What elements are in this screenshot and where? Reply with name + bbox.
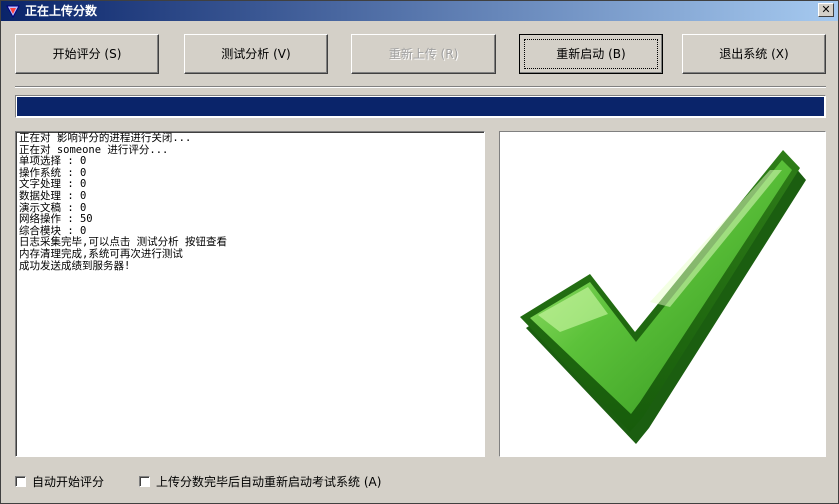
exit-system-button[interactable]: 退出系统 (X) — [682, 34, 826, 74]
auto-restart-checkbox[interactable] — [139, 475, 150, 487]
app-icon — [6, 5, 20, 19]
log-line: 正在对 影响评分的进程进行关闭... — [19, 132, 192, 144]
green-checkmark-icon — [520, 150, 806, 444]
log-line: 正在对 someone 进行评分... — [19, 143, 169, 156]
auto-restart-option[interactable]: 上传分数完毕后自动重新启动考试系统 (A) — [139, 474, 382, 489]
test-analysis-button[interactable]: 测试分析 (V) — [184, 34, 328, 74]
test-analysis-label: 测试分析 (V) — [221, 47, 291, 61]
log-line: 文字处理 : 0 — [19, 178, 87, 191]
start-scoring-label: 开始评分 (S) — [52, 47, 122, 61]
exit-system-label: 退出系统 (X) — [719, 47, 789, 61]
log-textbox[interactable]: 正在对 影响评分的进程进行关闭... 正在对 someone 进行评分... 单… — [15, 131, 485, 457]
auto-start-option[interactable]: 自动开始评分 — [15, 474, 105, 489]
reupload-label: 重新上传 (R) — [388, 47, 459, 61]
auto-start-checkbox[interactable] — [15, 475, 26, 487]
window-title: 正在上传分数 — [25, 4, 98, 18]
upload-progress-bar — [15, 95, 826, 118]
log-line: 单项选择 : 0 — [19, 155, 87, 168]
auto-start-label: 自动开始评分 — [32, 474, 105, 489]
separator — [15, 86, 826, 88]
start-scoring-button[interactable]: 开始评分 (S) — [15, 34, 159, 74]
log-line: 成功发送成绩到服务器! — [19, 259, 131, 272]
status-image-panel — [499, 131, 826, 457]
focus-rectangle — [524, 39, 658, 69]
reupload-button[interactable]: 重新上传 (R) — [351, 34, 496, 74]
restart-button[interactable]: 重新启动 (B) — [519, 34, 663, 74]
log-line: 数据处理 : 0 — [19, 189, 87, 202]
title-bar[interactable]: 正在上传分数 ✕ — [1, 1, 838, 21]
close-button[interactable]: ✕ — [818, 3, 834, 17]
log-line: 内存清理完成,系统可再次进行测试 — [19, 247, 183, 260]
progress-fill — [17, 97, 824, 116]
log-line: 操作系统 : 0 — [19, 166, 87, 179]
auto-restart-label: 上传分数完毕后自动重新启动考试系统 (A) — [156, 474, 382, 489]
close-icon: ✕ — [821, 3, 831, 16]
log-line: 网络操作 : 50 — [19, 213, 93, 226]
upload-window: 正在上传分数 ✕ 开始评分 (S) 测试分析 (V) 重新上传 (R) 重新启动… — [0, 0, 839, 504]
